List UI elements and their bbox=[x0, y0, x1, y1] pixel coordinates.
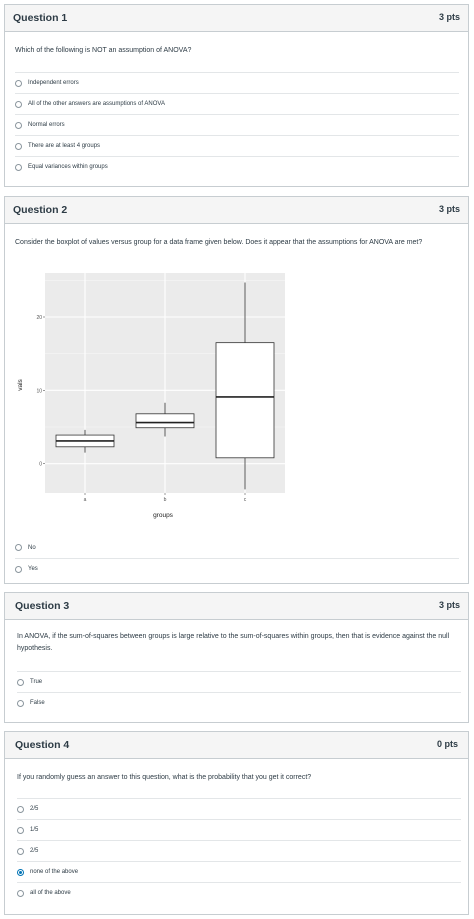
y-tick-label: 20 bbox=[36, 315, 42, 321]
box-b bbox=[135, 413, 195, 429]
question-2-points: 3 pts bbox=[438, 204, 460, 214]
y-axis-label: vals bbox=[17, 378, 24, 390]
question-1-option-5[interactable]: Equal variances within groups bbox=[15, 156, 459, 177]
question-3-points: 3 pts bbox=[438, 600, 460, 610]
question-4-header: Question 4 0 pts bbox=[5, 732, 468, 759]
question-4-text: If you randomly guess an answer to this … bbox=[17, 774, 312, 781]
option-label: There are at least 4 groups bbox=[28, 143, 101, 149]
question-3-title: Question 3 bbox=[15, 600, 70, 612]
x-tick-label: b bbox=[164, 497, 167, 503]
question-3-text: In ANOVA, if the sum-of-squares between … bbox=[17, 633, 450, 652]
question-3-option-1[interactable]: True bbox=[17, 671, 461, 692]
question-2-option-1[interactable]: No bbox=[15, 537, 459, 558]
radio-icon[interactable] bbox=[15, 79, 22, 87]
question-4-option-5[interactable]: all of the above bbox=[17, 882, 461, 903]
option-label: none of the above bbox=[30, 869, 79, 875]
question-2-card: Question 2 3 pts Consider the boxplot of… bbox=[4, 196, 469, 584]
question-4-points: 0 pts bbox=[436, 739, 458, 749]
question-1-option-1[interactable]: Independent errors bbox=[15, 72, 459, 93]
question-2-header: Question 2 3 pts bbox=[5, 197, 468, 224]
question-1-title: Question 1 bbox=[13, 12, 68, 24]
option-label: False bbox=[30, 700, 45, 706]
question-1-text: Which of the following is NOT an assumpt… bbox=[15, 47, 192, 54]
y-tick-label: 10 bbox=[36, 388, 42, 394]
radio-selected-icon[interactable] bbox=[17, 868, 24, 876]
radio-icon[interactable] bbox=[17, 678, 24, 686]
x-tick-label: c bbox=[244, 497, 247, 503]
radio-icon[interactable] bbox=[15, 544, 22, 551]
option-label: True bbox=[30, 679, 43, 685]
radio-icon[interactable] bbox=[15, 100, 22, 108]
option-label: 2/5 bbox=[30, 806, 39, 812]
question-4-option-4[interactable]: none of the above bbox=[17, 861, 461, 882]
option-label: No bbox=[28, 544, 36, 551]
question-1-option-4[interactable]: There are at least 4 groups bbox=[15, 135, 459, 156]
radio-icon[interactable] bbox=[15, 163, 22, 171]
radio-icon[interactable] bbox=[15, 565, 22, 573]
question-1-card: Question 1 3 pts Which of the following … bbox=[4, 4, 469, 187]
question-2-option-2[interactable]: Yes bbox=[15, 558, 459, 579]
question-1-header: Question 1 3 pts bbox=[5, 5, 468, 32]
radio-icon[interactable] bbox=[15, 121, 22, 129]
question-3-option-2[interactable]: False bbox=[17, 692, 461, 713]
radio-icon[interactable] bbox=[17, 826, 24, 834]
boxplot-chart: 0 10 20 a b c vals groups bbox=[17, 273, 285, 519]
question-4-card: Question 4 0 pts If you randomly guess a… bbox=[4, 731, 469, 915]
option-label: Equal variances within groups bbox=[28, 164, 108, 170]
option-label: 1/5 bbox=[30, 827, 39, 833]
x-axis-label: groups bbox=[153, 512, 174, 519]
question-3-header: Question 3 3 pts bbox=[5, 593, 468, 620]
option-label: Normal errors bbox=[28, 122, 65, 128]
option-label: All of the other answers are assumptions… bbox=[28, 101, 165, 107]
question-1-option-2[interactable]: All of the other answers are assumptions… bbox=[15, 93, 459, 114]
radio-icon[interactable] bbox=[15, 142, 22, 150]
option-label: Yes bbox=[28, 566, 38, 572]
radio-icon[interactable] bbox=[17, 699, 24, 707]
option-label: all of the above bbox=[30, 890, 71, 896]
question-3-card: Question 3 3 pts In ANOVA, if the sum-of… bbox=[4, 592, 469, 723]
option-label: Independent errors bbox=[28, 80, 79, 86]
question-4-option-1[interactable]: 2/5 bbox=[17, 798, 461, 819]
x-tick-label: a bbox=[84, 497, 87, 503]
box-c bbox=[215, 342, 275, 459]
option-label: 2/5 bbox=[30, 848, 39, 854]
question-1-option-3[interactable]: Normal errors bbox=[15, 114, 459, 135]
y-tick-label: 0 bbox=[39, 462, 42, 468]
question-4-option-2[interactable]: 1/5 bbox=[17, 819, 461, 840]
radio-icon[interactable] bbox=[17, 805, 24, 813]
question-4-option-3[interactable]: 2/5 bbox=[17, 840, 461, 861]
question-2-title: Question 2 bbox=[13, 204, 68, 216]
question-4-title: Question 4 bbox=[15, 739, 70, 751]
radio-icon[interactable] bbox=[17, 847, 24, 855]
question-2-text: Consider the boxplot of values versus gr… bbox=[15, 239, 423, 246]
radio-icon[interactable] bbox=[17, 889, 24, 897]
question-1-points: 3 pts bbox=[438, 12, 460, 22]
